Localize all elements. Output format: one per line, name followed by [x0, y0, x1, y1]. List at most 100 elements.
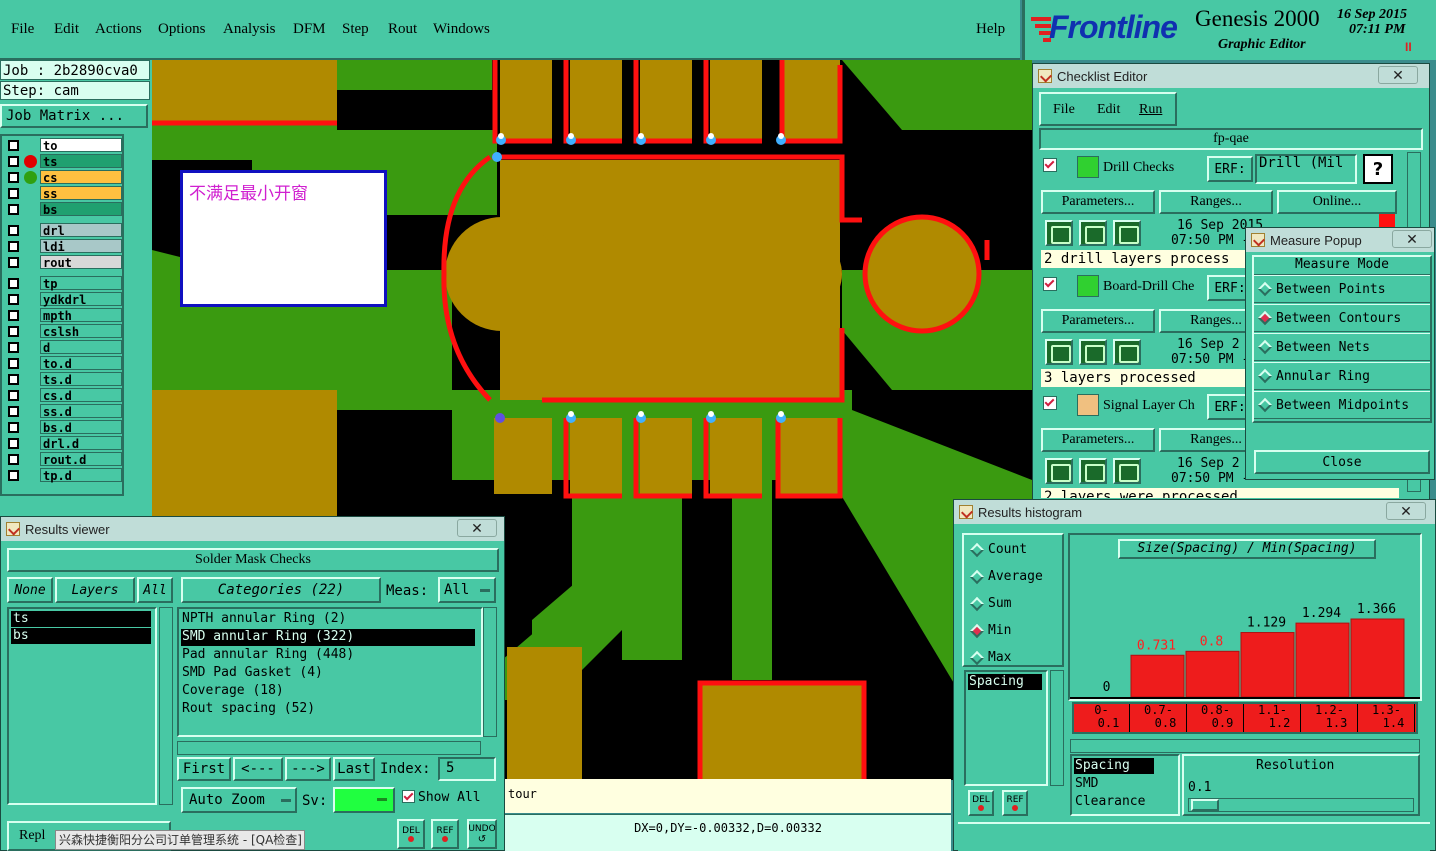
layer-row[interactable]: cslsh [4, 324, 124, 339]
layer-checkbox[interactable] [8, 241, 19, 252]
menu-dfm[interactable]: DFM [293, 21, 326, 38]
del-button[interactable]: DEL [397, 819, 425, 849]
check-enable-checkbox[interactable] [1043, 277, 1057, 291]
ranges-button[interactable]: Ranges... [1159, 190, 1273, 214]
layer-row[interactable]: to [4, 138, 124, 153]
layer-checkbox[interactable] [8, 470, 19, 481]
histogram-bar[interactable] [1240, 632, 1295, 698]
none-button[interactable]: None [7, 577, 53, 603]
menu-step[interactable]: Step [342, 21, 369, 38]
stat-option[interactable]: Sum [964, 593, 1062, 617]
checklist-menu-run[interactable]: Run [1139, 102, 1162, 118]
layer-checkbox[interactable] [8, 225, 19, 236]
ref-button[interactable]: REF [431, 819, 459, 849]
menu-rout[interactable]: Rout [388, 21, 417, 38]
run-action-icon[interactable] [1079, 458, 1107, 484]
layer-row[interactable]: mpth [4, 308, 124, 323]
hist-del-button[interactable]: DEL [968, 790, 994, 816]
layer-checkbox[interactable] [8, 342, 19, 353]
checklist-menu-file[interactable]: File [1053, 102, 1075, 118]
stat-option[interactable]: Max [964, 647, 1062, 671]
layer-row[interactable]: tp [4, 276, 124, 291]
category-hscrollbar[interactable] [177, 741, 481, 755]
layer-checkbox[interactable] [8, 358, 19, 369]
layer-row[interactable]: bs [4, 202, 124, 217]
close-icon[interactable]: ✕ [457, 519, 497, 537]
show-all-checkbox[interactable] [402, 790, 415, 803]
repl-button-label[interactable]: Repl [19, 828, 45, 844]
parameters-button[interactable]: Parameters... [1041, 309, 1155, 333]
category-item[interactable]: NPTH annular Ring (2) [181, 611, 475, 628]
layer-list-scrollbar[interactable] [159, 607, 173, 805]
autozoom-dropdown[interactable]: Auto Zoom [181, 787, 297, 813]
close-icon[interactable]: ✕ [1378, 66, 1418, 84]
layer-checkbox[interactable] [8, 422, 19, 433]
layer-checkbox[interactable] [8, 374, 19, 385]
layer-row[interactable]: ts [4, 154, 124, 169]
category-item[interactable]: Coverage (18) [181, 683, 475, 700]
slider-thumb[interactable] [1191, 799, 1219, 811]
erf-value-field[interactable]: Drill (Mil [1255, 154, 1357, 184]
job-matrix-button[interactable]: Job Matrix ... [0, 104, 148, 128]
layer-checkbox[interactable] [8, 278, 19, 289]
layer-checkbox[interactable] [8, 438, 19, 449]
meas-dropdown[interactable]: All [438, 577, 496, 603]
category-item[interactable]: Pad annular Ring (448) [181, 647, 475, 664]
result-layer-item[interactable]: ts [11, 611, 151, 627]
layer-row[interactable]: ss.d [4, 404, 124, 419]
menu-help[interactable]: Help [976, 21, 1005, 38]
histogram-hscrollbar[interactable] [1070, 739, 1420, 753]
run-action-icon[interactable] [1045, 458, 1073, 484]
layer-row[interactable]: rout [4, 255, 124, 270]
run-action-icon[interactable] [1079, 339, 1107, 365]
help-button[interactable]: ? [1363, 154, 1393, 184]
checklist-titlebar[interactable]: Checklist Editor ✕ [1033, 64, 1429, 88]
histogram-list-item[interactable]: Spacing [968, 674, 1042, 690]
stat-option[interactable]: Average [964, 566, 1062, 590]
index-input[interactable]: 5 [438, 757, 496, 781]
run-action-icon[interactable] [1113, 458, 1141, 484]
hist-ref-button[interactable]: REF [1002, 790, 1028, 816]
menu-file[interactable]: File [11, 21, 34, 38]
menu-actions[interactable]: Actions [95, 21, 142, 38]
online-button[interactable]: Online... [1277, 190, 1397, 214]
layer-checkbox[interactable] [8, 294, 19, 305]
next-button[interactable]: ---> [285, 757, 331, 781]
layer-checkbox[interactable] [8, 390, 19, 401]
histogram-bar[interactable] [1130, 654, 1185, 698]
type-list-item[interactable]: SMD [1074, 776, 1154, 792]
category-scrollbar[interactable] [483, 607, 497, 737]
menu-edit[interactable]: Edit [54, 21, 79, 38]
resolution-slider[interactable] [1188, 798, 1414, 812]
measure-mode-option[interactable]: Between Midpoints [1254, 391, 1430, 419]
layer-row[interactable]: cs [4, 170, 124, 185]
category-item[interactable]: Rout spacing (52) [181, 701, 475, 718]
check-enable-checkbox[interactable] [1043, 158, 1057, 172]
run-action-icon[interactable] [1079, 220, 1107, 246]
layer-row[interactable]: drl [4, 223, 124, 238]
check-enable-checkbox[interactable] [1043, 396, 1057, 410]
layer-row[interactable]: ldi [4, 239, 124, 254]
layer-row[interactable]: drl.d [4, 436, 124, 451]
layer-checkbox[interactable] [8, 310, 19, 321]
measure-mode-option[interactable]: Between Nets [1254, 333, 1430, 361]
layer-row[interactable]: rout.d [4, 452, 124, 467]
layers-button[interactable]: Layers [55, 577, 135, 603]
sv-color-dropdown[interactable] [333, 787, 395, 813]
layer-checkbox[interactable] [8, 172, 19, 183]
layer-row[interactable]: ss [4, 186, 124, 201]
histogram-bar[interactable] [1185, 650, 1240, 698]
pause-indicator[interactable]: II [1405, 40, 1412, 54]
stat-option[interactable]: Count [964, 539, 1062, 563]
undo-button[interactable]: UNDO ↺ [467, 819, 497, 849]
erf-button[interactable]: ERF: [1207, 156, 1253, 182]
results-titlebar[interactable]: Results viewer ✕ [1, 517, 504, 541]
layer-row[interactable]: ydkdrl [4, 292, 124, 307]
layer-checkbox[interactable] [8, 257, 19, 268]
histogram-bar[interactable] [1350, 618, 1405, 698]
prev-button[interactable]: <--- [233, 757, 283, 781]
category-item[interactable]: SMD Pad Gasket (4) [181, 665, 475, 682]
layer-row[interactable]: ts.d [4, 372, 124, 387]
run-action-icon[interactable] [1113, 220, 1141, 246]
menu-analysis[interactable]: Analysis [223, 21, 276, 38]
